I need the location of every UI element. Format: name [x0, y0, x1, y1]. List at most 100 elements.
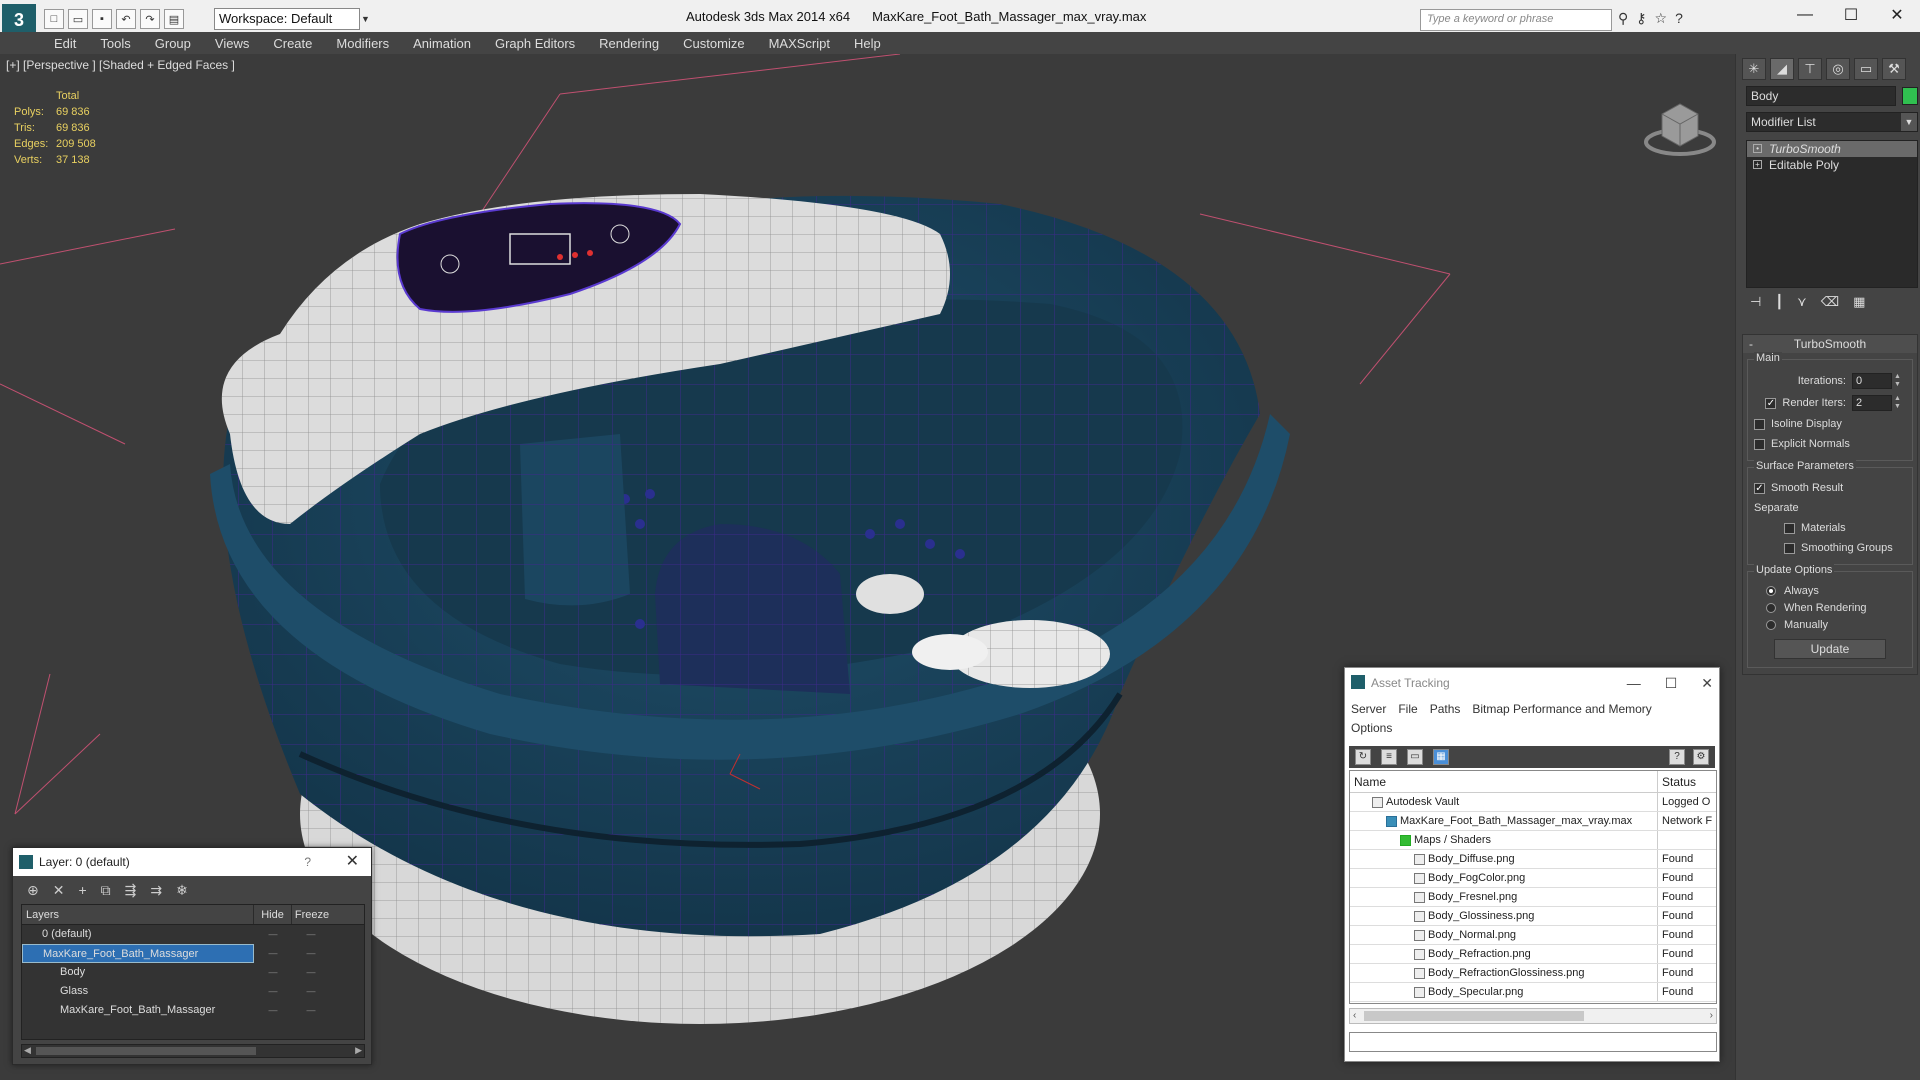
render-iters-spinner[interactable]: 2: [1852, 395, 1892, 411]
add-to-layer-icon[interactable]: +: [78, 882, 86, 899]
viewport-label[interactable]: [+] [Perspective ] [Shaded + Edged Faces…: [6, 58, 235, 72]
object-name-field[interactable]: Body: [1746, 86, 1896, 106]
create-tab-icon[interactable]: ✳: [1742, 58, 1766, 80]
layer-row[interactable]: Body — —: [22, 963, 364, 982]
utilities-tab-icon[interactable]: ⚒: [1882, 58, 1906, 80]
hide-toggle[interactable]: —: [254, 944, 292, 963]
column-header-status[interactable]: Status: [1658, 771, 1696, 792]
display-tab-icon[interactable]: ▭: [1854, 58, 1878, 80]
hide-all-icon[interactable]: ⇉: [150, 882, 162, 899]
hide-toggle[interactable]: —: [254, 925, 292, 944]
scroll-thumb[interactable]: [36, 1047, 256, 1055]
layer-name[interactable]: MaxKare_Foot_Bath_Massager: [22, 944, 254, 963]
list-view-icon[interactable]: ≡: [1381, 749, 1397, 765]
freeze-toggle[interactable]: —: [292, 925, 330, 944]
lightbulb-icon[interactable]: •: [1753, 144, 1762, 153]
dialog-title-bar[interactable]: Asset Tracking — ☐ ✕: [1345, 668, 1719, 698]
highlight-layer-icon[interactable]: ⇶: [125, 882, 137, 899]
menu-group[interactable]: Group: [155, 36, 191, 51]
menu-paths[interactable]: Paths: [1430, 700, 1461, 719]
hierarchy-tab-icon[interactable]: ⊤: [1798, 58, 1822, 80]
configure-modifier-sets-icon[interactable]: ▦: [1853, 294, 1865, 310]
freeze-toggle[interactable]: —: [292, 963, 330, 982]
asset-status-field[interactable]: [1349, 1032, 1717, 1052]
menu-bitmap-performance[interactable]: Bitmap Performance and Memory: [1472, 700, 1651, 719]
help-icon[interactable]: ?: [1669, 749, 1685, 765]
refresh-icon[interactable]: ↻: [1355, 749, 1371, 765]
menu-help[interactable]: Help: [854, 36, 881, 51]
explicit-normals-checkbox[interactable]: [1754, 438, 1765, 450]
asset-row[interactable]: Body_Refraction.png Found: [1350, 945, 1716, 964]
menu-server[interactable]: Server: [1351, 700, 1386, 719]
layer-row[interactable]: 0 (default) — —: [22, 925, 364, 944]
freeze-toggle[interactable]: —: [292, 944, 330, 963]
asset-row[interactable]: Body_Specular.png Found: [1350, 983, 1716, 1002]
make-unique-icon[interactable]: ⋎: [1797, 294, 1807, 310]
menu-options[interactable]: Options: [1351, 719, 1392, 738]
expand-icon[interactable]: +: [1753, 160, 1762, 169]
help-icon[interactable]: ?: [1675, 10, 1683, 27]
asset-row[interactable]: Body_Fresnel.png Found: [1350, 888, 1716, 907]
project-folder-icon[interactable]: ▤: [164, 9, 184, 29]
asset-row[interactable]: Maps / Shaders: [1350, 831, 1716, 850]
asset-row[interactable]: Body_RefractionGlossiness.png Found: [1350, 964, 1716, 983]
manually-radio[interactable]: [1766, 619, 1776, 630]
minimize-icon[interactable]: —: [1782, 0, 1828, 30]
layer-object-name[interactable]: Glass: [22, 982, 254, 1001]
always-radio[interactable]: [1766, 585, 1776, 596]
save-file-icon[interactable]: ▪: [92, 9, 112, 29]
column-header-hide[interactable]: Hide: [254, 905, 292, 924]
settings-icon[interactable]: ⚙: [1693, 749, 1709, 765]
horizontal-scrollbar[interactable]: ‹ ›: [1349, 1008, 1717, 1024]
star-icon[interactable]: ☆: [1655, 10, 1668, 27]
scroll-right-icon[interactable]: ▶: [355, 1045, 362, 1056]
freeze-toggle[interactable]: —: [292, 982, 330, 1001]
horizontal-scrollbar[interactable]: ◀ ▶: [21, 1044, 365, 1058]
redo-icon[interactable]: ↷: [140, 9, 160, 29]
remove-modifier-icon[interactable]: ⌫: [1821, 294, 1839, 310]
hide-toggle[interactable]: —: [254, 963, 292, 982]
pin-stack-icon[interactable]: ⊣: [1750, 294, 1761, 310]
menu-graph-editors[interactable]: Graph Editors: [495, 36, 575, 51]
delete-layer-icon[interactable]: ✕: [53, 882, 65, 899]
scroll-right-icon[interactable]: ›: [1710, 1010, 1713, 1021]
stack-item-editable-poly[interactable]: + Editable Poly: [1747, 157, 1917, 173]
scroll-left-icon[interactable]: ‹: [1353, 1010, 1356, 1021]
spinner-arrows-icon[interactable]: ▲ ▼: [1894, 373, 1902, 389]
hide-toggle[interactable]: —: [254, 1001, 292, 1020]
binoculars-icon[interactable]: ⚲: [1618, 10, 1628, 27]
motion-tab-icon[interactable]: ◎: [1826, 58, 1850, 80]
menu-animation[interactable]: Animation: [413, 36, 471, 51]
minimize-icon[interactable]: —: [1627, 668, 1641, 698]
hide-toggle[interactable]: —: [254, 982, 292, 1001]
undo-icon[interactable]: ↶: [116, 9, 136, 29]
column-header-freeze[interactable]: Freeze: [292, 905, 332, 924]
asset-row[interactable]: Body_FogColor.png Found: [1350, 869, 1716, 888]
spinner-arrows-icon[interactable]: ▲ ▼: [1894, 395, 1902, 411]
asset-row[interactable]: Body_Normal.png Found: [1350, 926, 1716, 945]
create-layer-icon[interactable]: ⊕: [27, 882, 39, 899]
freeze-toggle[interactable]: —: [292, 1001, 330, 1020]
menu-modifiers[interactable]: Modifiers: [336, 36, 389, 51]
asset-row[interactable]: Body_Diffuse.png Found: [1350, 850, 1716, 869]
menu-edit[interactable]: Edit: [54, 36, 76, 51]
modify-tab-icon[interactable]: ◢: [1770, 58, 1794, 80]
menu-views[interactable]: Views: [215, 36, 249, 51]
menu-file[interactable]: File: [1398, 700, 1417, 719]
menu-create[interactable]: Create: [273, 36, 312, 51]
stack-item-turbosmooth[interactable]: • TurboSmooth: [1747, 141, 1917, 157]
object-color-swatch[interactable]: [1902, 87, 1918, 105]
workspace-selector[interactable]: Workspace: Default ▼: [214, 8, 370, 30]
table-view-icon[interactable]: ▦: [1433, 749, 1449, 765]
layer-object-name[interactable]: Body: [22, 963, 254, 982]
open-file-icon[interactable]: ▭: [68, 9, 88, 29]
chevron-down-icon[interactable]: ▼: [361, 9, 373, 29]
scroll-left-icon[interactable]: ◀: [24, 1045, 31, 1056]
menu-rendering[interactable]: Rendering: [599, 36, 659, 51]
smooth-result-checkbox[interactable]: ✓: [1754, 482, 1765, 494]
menu-tools[interactable]: Tools: [100, 36, 130, 51]
layer-row[interactable]: MaxKare_Foot_Bath_Massager — —: [22, 944, 364, 963]
asset-row[interactable]: Body_Glossiness.png Found: [1350, 907, 1716, 926]
close-icon[interactable]: ✕: [1874, 0, 1920, 30]
maximize-icon[interactable]: ☐: [1828, 0, 1874, 30]
